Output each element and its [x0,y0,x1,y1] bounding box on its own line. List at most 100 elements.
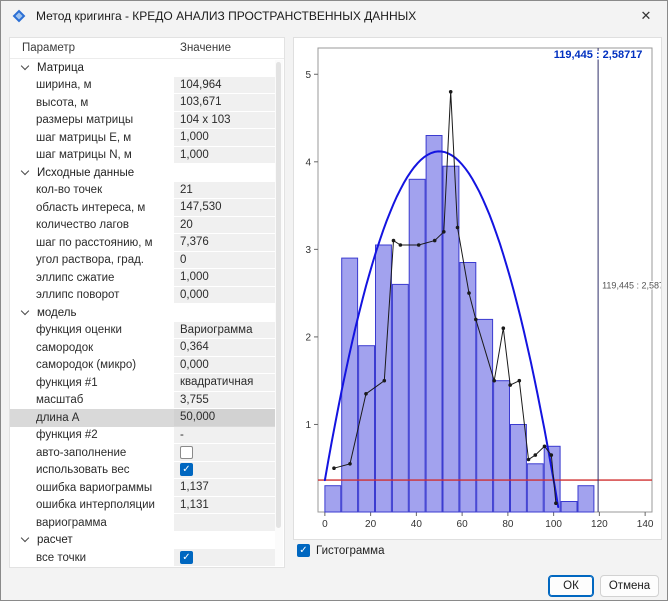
parameter-value-cell: 21 [174,182,275,199]
experimental-point [442,230,446,234]
y-tick-label: 5 [305,70,311,81]
chevron-down-icon[interactable] [21,62,29,70]
close-button[interactable]: ✕ [625,1,667,31]
histogram-checkbox[interactable]: ✓ Гистограмма [297,544,384,557]
unchecked-checkbox[interactable] [180,446,193,459]
table-row[interactable]: самородок0,364 [10,339,275,357]
section-label: Исходные данные [37,167,134,179]
histogram-bar [409,179,425,512]
table-row[interactable]: вариограмма [10,514,275,532]
parameter-value: 1,000 [180,271,209,283]
table-row[interactable]: размеры матрицы 104 x 103 [10,112,275,130]
chevron-down-icon[interactable] [21,534,29,542]
scrollbar-thumb[interactable] [276,62,281,528]
parameter-value: 104,964 [180,79,222,91]
parameter-name: длина A [10,412,174,424]
parameter-value: 7,376 [180,236,209,248]
table-row[interactable]: шаг матрицы N, м1,000 [10,147,275,165]
parameter-value: 3,755 [180,394,209,406]
parameter-value-cell: 0,000 [174,357,275,374]
histogram-bar [426,136,442,513]
experimental-point [417,243,421,247]
parameter-value-cell: 147,530 [174,199,275,216]
table-row[interactable]: шаг матрицы E, м1,000 [10,129,275,147]
chevron-down-icon[interactable] [21,167,29,175]
parameter-name: авто-заполнение [10,447,174,459]
table-row[interactable]: кол-во точек21 [10,182,275,200]
checked-checkbox[interactable]: ✓ [180,463,193,476]
parameter-value-cell: 1,000 [174,269,275,286]
parameter-value-cell: 50,000 [174,409,275,426]
parameter-name: количество лагов [10,219,174,231]
table-row[interactable]: самородок (микро)0,000 [10,357,275,375]
table-row[interactable]: функция оценкиВариограмма [10,322,275,340]
experimental-point [456,226,460,230]
parameter-value-cell: ✓ [174,549,275,566]
experimental-point [554,501,558,505]
section-row[interactable]: модель [10,304,275,322]
table-row[interactable]: все точки✓ [10,549,275,567]
table-row[interactable]: длина A 50,000 [10,409,275,427]
table-row[interactable]: эллипс сжатие 1,000 [10,269,275,287]
table-row[interactable] [10,567,275,568]
checkbox-checked-icon[interactable]: ✓ [297,544,310,557]
parameter-name: эллипс сжатие [10,272,174,284]
table-row[interactable]: масштаб 3,755 [10,392,275,410]
parameter-value-cell: 103,671 [174,94,275,111]
parameter-value-cell: 0,000 [174,287,275,304]
parameter-value: Вариограмма [180,324,252,336]
parameter-name: размеры матрицы [10,114,174,126]
histogram-bar [494,381,510,512]
table-row[interactable]: ошибка интерполяции1,131 [10,497,275,515]
table-row[interactable]: шаг по расстоянию, м7,376 [10,234,275,252]
experimental-point [550,453,554,457]
experimental-point [392,239,396,243]
parameter-value: 104 x 103 [180,114,231,126]
parameter-value: 50,000 [180,411,215,423]
table-row[interactable]: функция #2- [10,427,275,445]
parameter-name: масштаб [10,394,174,406]
experimental-point [543,445,547,449]
chevron-down-icon[interactable] [21,307,29,315]
section-row[interactable]: Исходные данные [10,164,275,182]
experimental-point [433,239,437,243]
table-row[interactable]: эллипс поворот0,000 [10,287,275,305]
table-row[interactable]: авто-заполнение [10,444,275,462]
table-row[interactable]: ширина, м104,964 [10,77,275,95]
parameter-name: функция #2 [10,429,174,441]
experimental-point [534,453,538,457]
chart-panel: 02040608010012014012345119,445 : 2,58717… [293,37,662,540]
checked-checkbox[interactable]: ✓ [180,551,193,564]
parameter-name: высота, м [10,97,174,109]
x-tick-label: 80 [502,519,514,530]
parameter-value: 147,530 [180,201,222,213]
section-row[interactable]: Матрица [10,59,275,77]
parameter-name: шаг матрицы N, м [10,149,174,161]
experimental-point [364,392,368,396]
parameter-value: 0,000 [180,289,209,301]
kriging-dialog-window: Метод кригинга - КРЕДО АНАЛИЗ ПРОСТРАНСТ… [0,0,668,601]
parameter-value-cell: 1,000 [174,147,275,164]
section-label: модель [37,307,76,319]
table-row[interactable]: функция #1квадратичная [10,374,275,392]
parameter-table: Параметр Значение Матрицаширина, м104,96… [9,37,285,568]
table-row[interactable]: использовать вес ✓ [10,462,275,480]
table-row[interactable]: угол раствора, град.0 [10,252,275,270]
parameter-name: использовать вес [10,464,174,476]
table-row[interactable]: высота, м103,671 [10,94,275,112]
histogram-checkbox-label: Гистограмма [316,545,384,557]
table-row[interactable]: количество лагов 20 [10,217,275,235]
y-tick-label: 4 [305,157,311,168]
table-row[interactable]: ошибка вариограммы1,137 [10,479,275,497]
parameter-value: - [180,429,184,441]
parameter-value: 20 [180,219,193,231]
crosshair-label-side: 119,445 : 2,58717 [602,281,661,291]
column-header-parameter: Параметр [10,42,174,54]
parameter-name: функция #1 [10,377,174,389]
histogram-bar [376,245,392,512]
table-row[interactable]: область интереса, м147,530 [10,199,275,217]
ok-button[interactable]: ОК [548,575,594,597]
table-scrollbar[interactable] [275,60,283,566]
cancel-button[interactable]: Отмена [600,575,659,597]
section-row[interactable]: расчет [10,532,275,550]
